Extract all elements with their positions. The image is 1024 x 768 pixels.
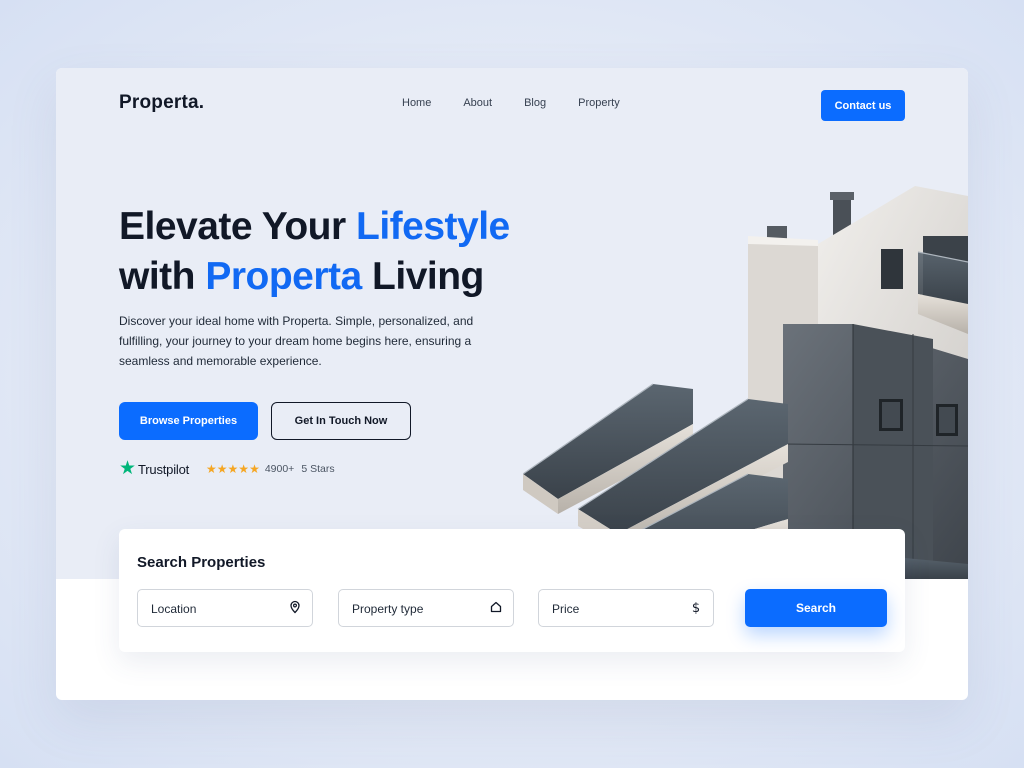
hero-section: Properta. Home About Blog Property Conta… — [56, 68, 968, 579]
location-field[interactable]: Location — [137, 589, 313, 627]
headline-accent-lifestyle: Lifestyle — [356, 205, 510, 248]
nav-item-blog[interactable]: Blog — [524, 97, 546, 109]
trustpilot-label: Trustpilot — [138, 461, 190, 477]
review-count: 4900+ — [264, 463, 295, 475]
trustpilot-rating: ★ Trustpilot ★★★★★ 4900+ 5 Stars — [119, 458, 342, 479]
trustpilot-star-icon: ★ — [119, 458, 137, 479]
nav-item-about[interactable]: About — [463, 97, 492, 109]
contact-us-button[interactable]: Contact us — [821, 90, 905, 121]
search-button[interactable]: Search — [745, 589, 887, 627]
hero-headline: Elevate Your Lifestyle with Properta Liv… — [119, 202, 559, 302]
headline-text: with — [119, 255, 206, 298]
nav-item-home[interactable]: Home — [402, 97, 431, 109]
rating-label: 5 Stars — [301, 463, 335, 475]
property-type-field[interactable]: Property type — [338, 589, 514, 627]
building-image — [523, 186, 968, 579]
map-pin-icon — [290, 600, 300, 614]
price-field[interactable]: Price $ — [538, 589, 714, 627]
get-in-touch-button[interactable]: Get In Touch Now — [271, 402, 411, 440]
nav-item-property[interactable]: Property — [578, 97, 620, 109]
property-type-label: Property type — [352, 602, 424, 616]
hero-description: Discover your ideal home with Properta. … — [119, 314, 474, 368]
headline-accent-properta: Properta — [205, 255, 362, 298]
location-label: Location — [151, 602, 197, 616]
dollar-icon: $ — [692, 601, 700, 614]
price-label: Price — [552, 602, 580, 616]
landing-card: Properta. Home About Blog Property Conta… — [56, 68, 968, 700]
rating-stars-icon: ★★★★★ — [206, 462, 260, 476]
brand-logo[interactable]: Properta. — [119, 92, 204, 114]
home-icon — [490, 601, 502, 613]
search-title: Search Properties — [137, 554, 266, 571]
svg-text:$: $ — [692, 601, 700, 614]
search-properties-panel: Search Properties Location Property type… — [119, 529, 905, 652]
headline-text: Elevate Your — [119, 205, 357, 248]
main-nav: Home About Blog Property — [402, 97, 652, 109]
headline-text: Living — [361, 255, 484, 298]
browse-properties-button[interactable]: Browse Properties — [119, 402, 258, 440]
